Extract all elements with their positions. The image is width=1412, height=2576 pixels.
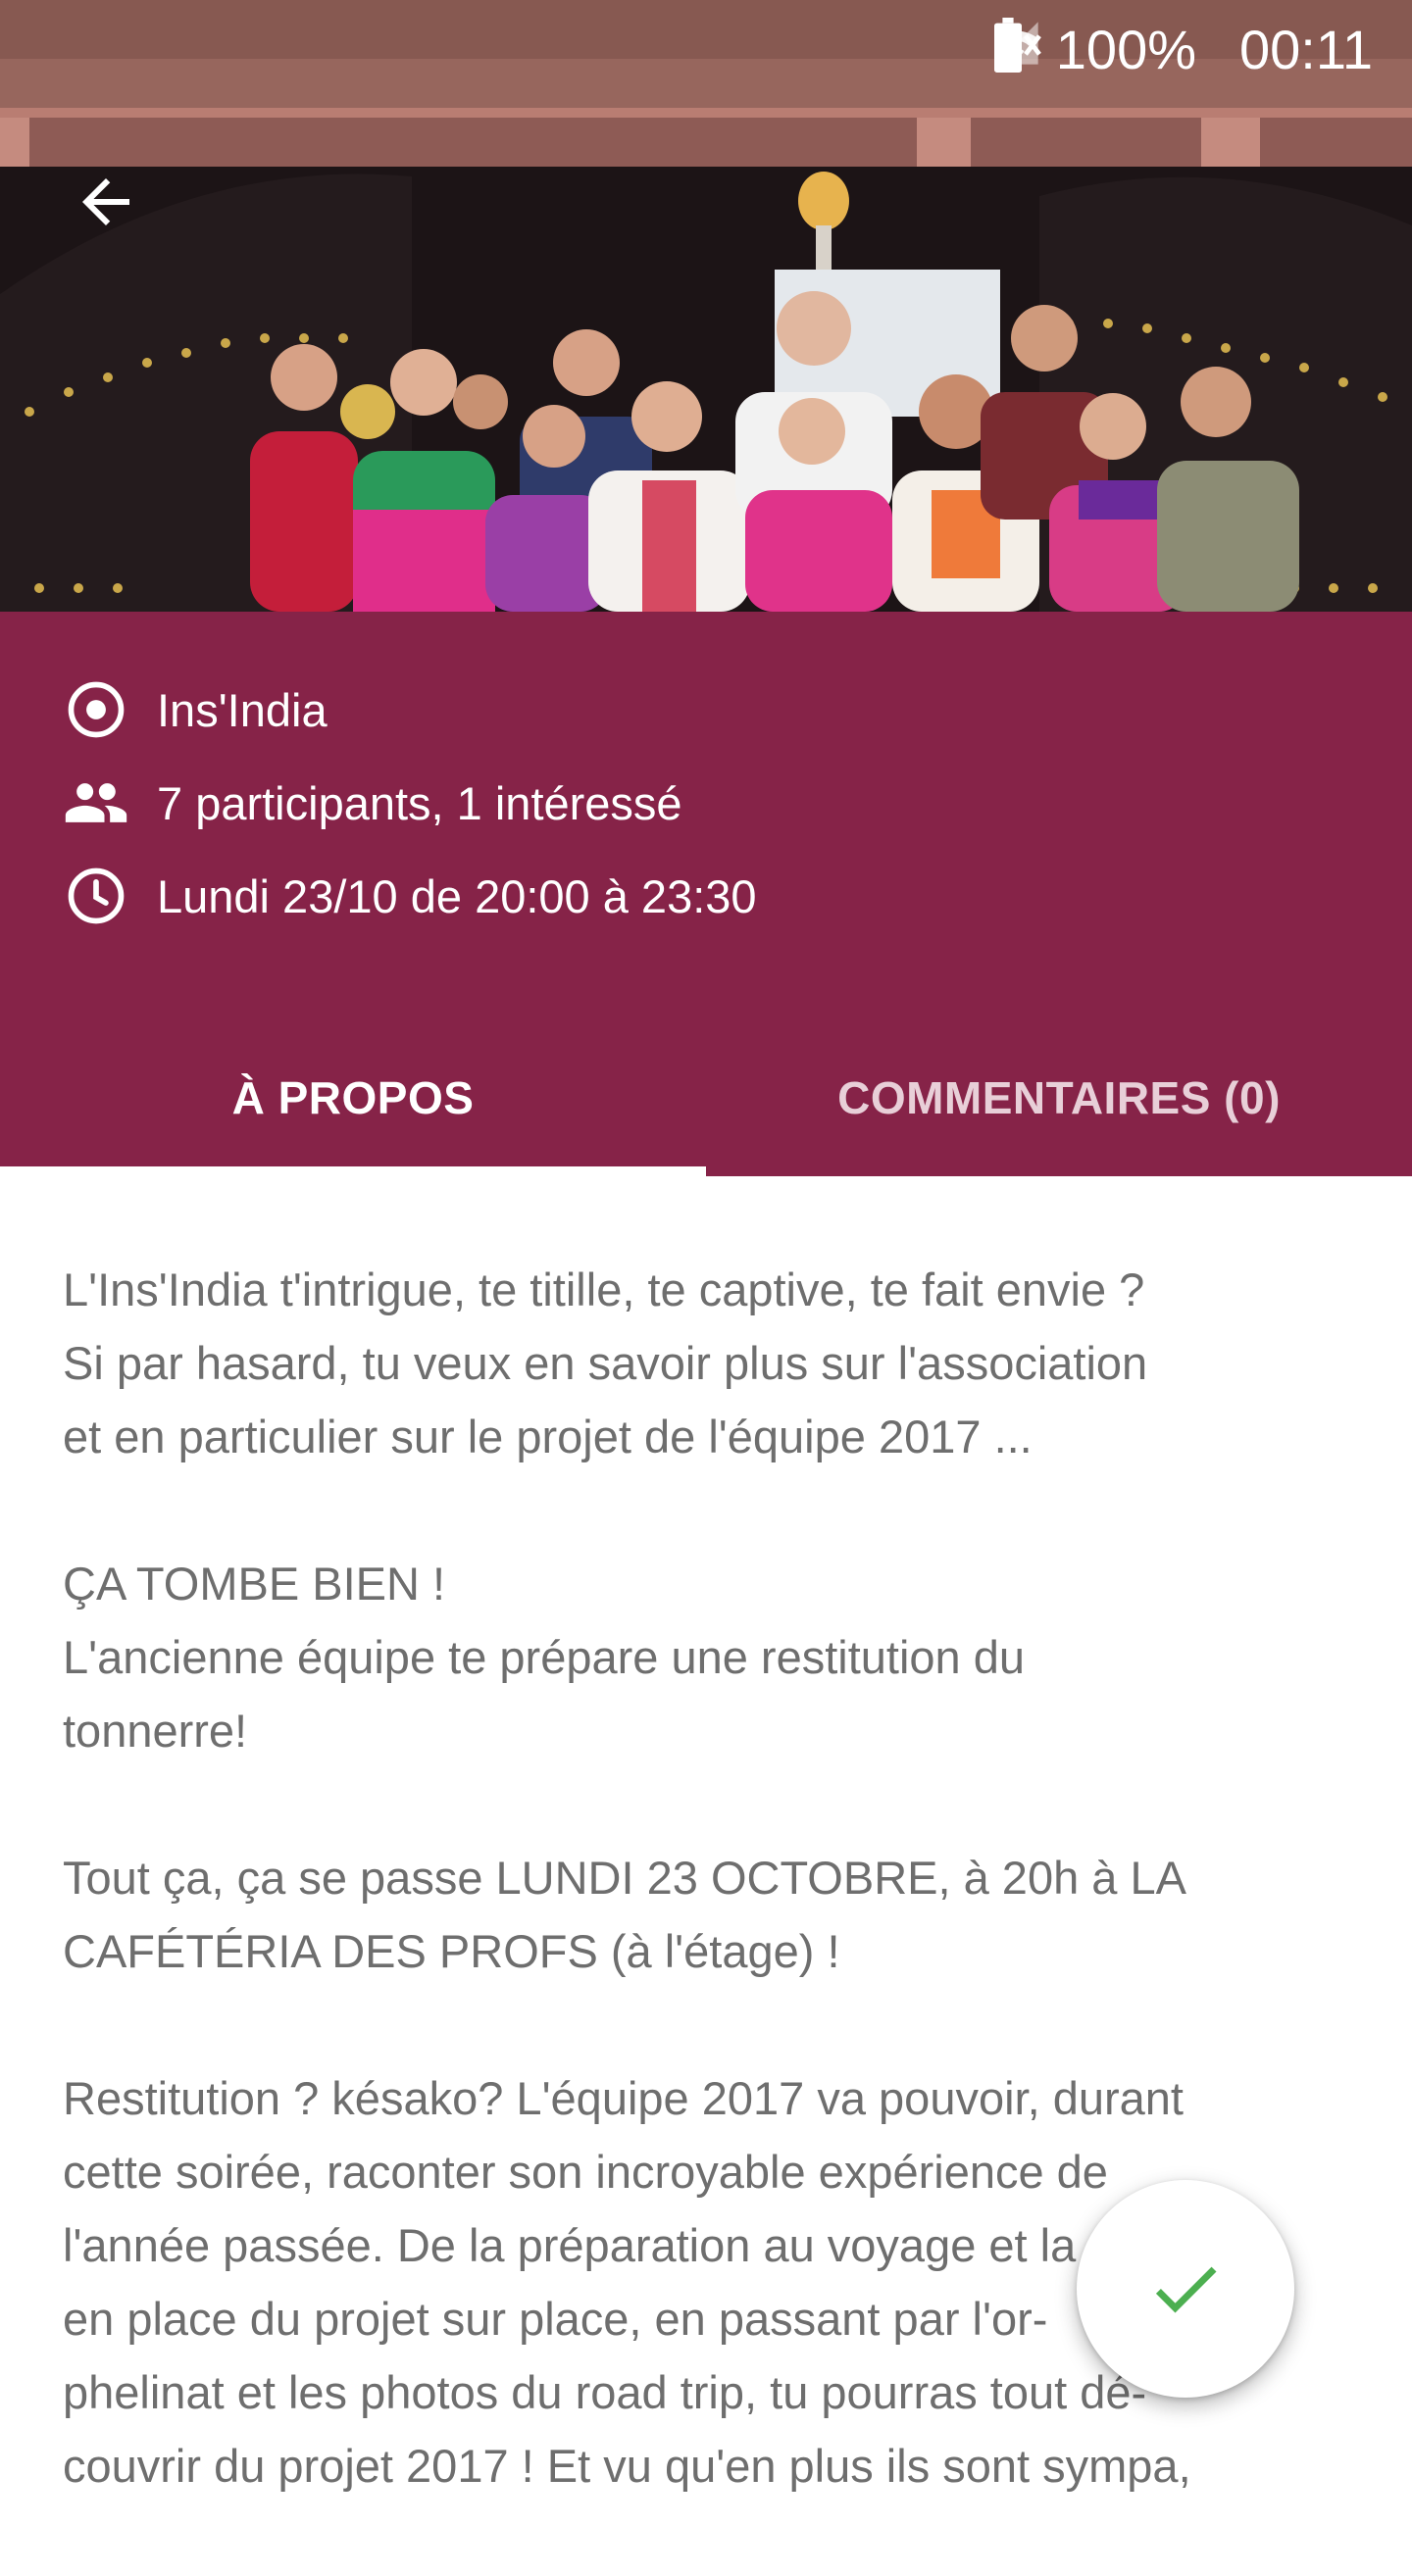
- datetime-row: Lundi 23/10 de 20:00 à 23:30: [63, 857, 757, 935]
- back-button[interactable]: [71, 167, 149, 245]
- tab-about[interactable]: À PROPOS: [0, 1019, 706, 1176]
- event-tabs: À PROPOS COMMENTAIRES (0): [0, 1019, 1412, 1176]
- check-icon: [1155, 2266, 1217, 2313]
- people-icon: [63, 769, 129, 836]
- description-paragraph: L'Ins'India t'intrigue, te titille, te c…: [63, 1263, 1148, 1462]
- organizer-name: Ins'India: [157, 683, 328, 736]
- status-bar: 100% 00:11: [0, 0, 1412, 98]
- clock-icon: [63, 863, 129, 929]
- tab-comments[interactable]: COMMENTAIRES (0): [706, 1019, 1412, 1176]
- event-cover-photo: 100% 00:11: [0, 0, 1412, 612]
- participants-count: 7 participants, 1 intéressé: [157, 776, 682, 829]
- description-paragraph: ÇA TOMBE BIEN ! L'ancienne équipe te pré…: [63, 1558, 1026, 1757]
- description-paragraph: Tout ça, ça se passe LUNDI 23 OCTOBRE, à…: [63, 1852, 1186, 1977]
- battery-percent: 100%: [1055, 19, 1197, 80]
- participate-button[interactable]: [1077, 2180, 1294, 2398]
- organizer-row[interactable]: Ins'India: [63, 670, 328, 749]
- target-icon: [63, 676, 129, 743]
- event-datetime: Lundi 23/10 de 20:00 à 23:30: [157, 869, 757, 922]
- participants-row[interactable]: 7 participants, 1 intéressé: [63, 764, 682, 842]
- arrow-left-icon: [82, 178, 129, 225]
- clock: 00:11: [1239, 19, 1373, 80]
